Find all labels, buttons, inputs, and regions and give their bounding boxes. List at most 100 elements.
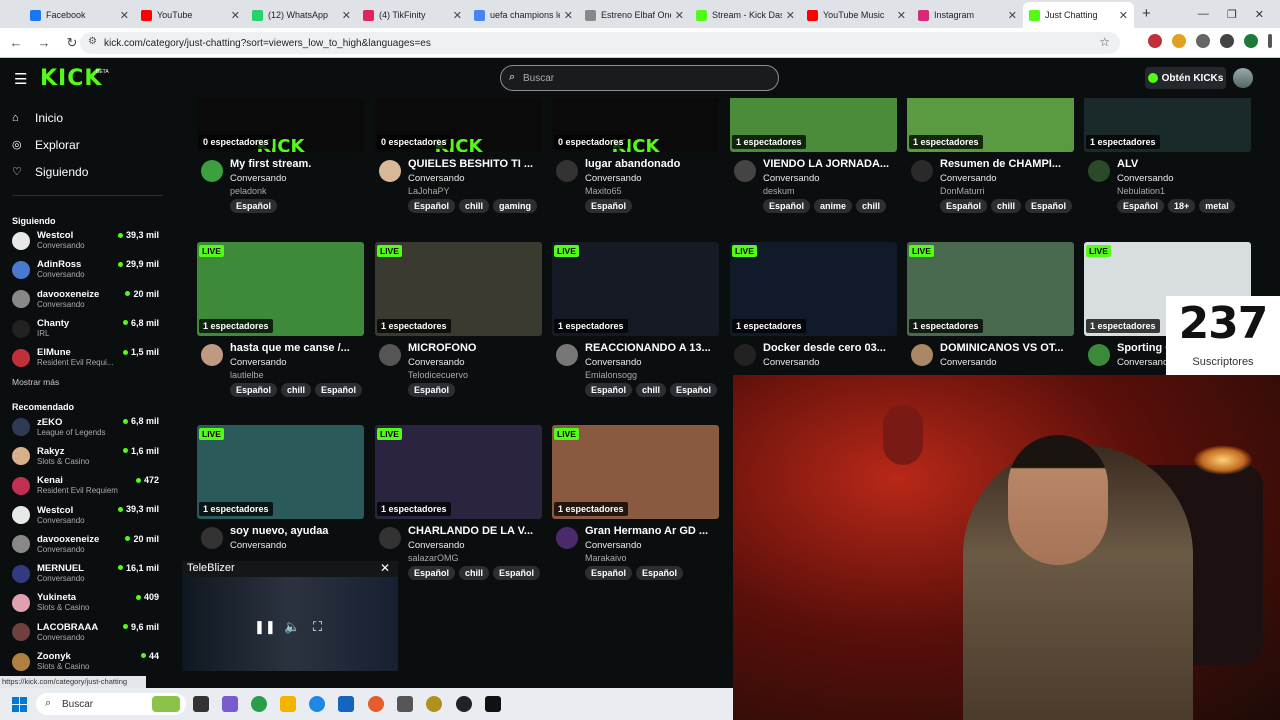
close-window-icon[interactable]: ✕ — [1255, 8, 1264, 21]
store-icon[interactable] — [338, 696, 354, 712]
new-tab-icon[interactable]: + — [1142, 5, 1151, 22]
channel-row[interactable]: ElMune Resident Evil Requi... 1,5 mil — [0, 343, 175, 372]
tab-close-icon[interactable]: ✕ — [120, 9, 129, 22]
pause-icon[interactable]: ❚❚ — [254, 619, 276, 635]
tag-chip[interactable]: gaming — [493, 199, 538, 213]
taskbar-search[interactable]: ⌕ Buscar — [36, 693, 186, 715]
stream-title[interactable]: ALV — [1117, 158, 1251, 170]
stream-title[interactable]: lugar abandonado — [585, 158, 719, 170]
tab-close-icon[interactable]: ✕ — [1119, 9, 1128, 22]
tag-chip[interactable]: anime — [814, 199, 853, 213]
stream-title[interactable]: hasta que me canse /... — [230, 342, 364, 354]
browser-tab[interactable]: Instagram ✕ — [912, 2, 1023, 28]
tag-chip[interactable]: Español — [763, 199, 811, 213]
tab-close-icon[interactable]: ✕ — [897, 9, 906, 22]
tab-close-icon[interactable]: ✕ — [675, 9, 684, 22]
streamer-name[interactable]: Emialonsogg — [585, 370, 637, 380]
tag-chip[interactable]: chill — [991, 199, 1022, 213]
minimize-icon[interactable]: — — [1198, 8, 1209, 20]
stream-title[interactable]: REACCIONANDO A 13... — [585, 342, 719, 354]
avatar[interactable] — [734, 160, 756, 182]
stream-thumbnail[interactable]: LIVE 1 espectadores — [375, 425, 542, 519]
avatar[interactable] — [556, 527, 578, 549]
tag-chip[interactable]: chill — [281, 383, 312, 397]
tag-chip[interactable]: Español — [636, 566, 684, 580]
chrome-icon[interactable] — [251, 696, 267, 712]
avatar[interactable] — [911, 160, 933, 182]
channel-row[interactable]: davooxeneize Conversando 20 mil — [0, 530, 175, 559]
browser-tab[interactable]: Facebook ✕ — [24, 2, 135, 28]
stream-thumbnail[interactable]: 1 espectadores — [907, 98, 1074, 152]
stream-category[interactable]: Conversando — [763, 357, 820, 368]
obs-icon[interactable] — [456, 696, 472, 712]
tag-chip[interactable]: Español — [1025, 199, 1073, 213]
tag-chip[interactable]: 18+ — [1168, 199, 1196, 213]
puzzle-icon[interactable] — [1196, 34, 1210, 48]
tag-chip[interactable]: Español — [408, 383, 456, 397]
app-icon[interactable] — [368, 696, 384, 712]
mini-player[interactable]: TeleBlizer ✕ ❚❚ 🔈 ⛶ — [182, 561, 398, 671]
tab-close-icon[interactable]: ✕ — [231, 9, 240, 22]
avatar[interactable] — [201, 160, 223, 182]
stream-category[interactable]: Conversando — [585, 173, 642, 184]
channel-row[interactable]: MERNUEL Conversando 16,1 mil — [0, 559, 175, 588]
stream-category[interactable]: Conversando — [408, 357, 465, 368]
streamer-name[interactable]: DonMaturri — [940, 186, 985, 196]
restore-icon[interactable]: ❐ — [1227, 8, 1237, 21]
browser-tab[interactable]: YouTube Music ✕ — [801, 2, 912, 28]
stream-thumbnail[interactable]: KICK 0 espectadores — [197, 98, 364, 152]
channel-row[interactable]: Westcol Conversando 39,3 mil — [0, 226, 175, 255]
get-kicks-button[interactable]: Obtén KICKs — [1145, 67, 1226, 89]
kick-logo[interactable]: KICK — [40, 66, 102, 91]
streamer-name[interactable]: lautielbe — [230, 370, 264, 380]
avatar[interactable] — [379, 527, 401, 549]
extension-icon[interactable] — [1148, 34, 1162, 48]
sidebar-item-siguiendo[interactable]: ♡ Siguiendo — [0, 158, 175, 185]
back-icon[interactable]: ← — [4, 35, 28, 50]
stream-category[interactable]: Conversando — [408, 540, 465, 551]
edge-icon[interactable] — [309, 696, 325, 712]
browser-tab[interactable]: Estreno Elbaf One ✕ — [579, 2, 690, 28]
task-view-icon[interactable] — [193, 696, 209, 712]
sidebar-item-inicio[interactable]: ⌂ Inicio — [0, 104, 175, 131]
streamer-name[interactable]: Nebulation1 — [1117, 186, 1165, 196]
streamer-name[interactable]: peladonk — [230, 186, 267, 196]
tag-chip[interactable]: Español — [670, 383, 718, 397]
stream-title[interactable]: Docker desde cero 03... — [763, 342, 897, 354]
tag-chip[interactable]: Español — [585, 199, 633, 213]
tag-chip[interactable]: Español — [1117, 199, 1165, 213]
stream-category[interactable]: Conversando — [230, 540, 287, 551]
channel-row[interactable]: davooxeneize Conversando 20 mil — [0, 285, 175, 314]
tag-chip[interactable]: Español — [585, 566, 633, 580]
stream-thumbnail[interactable]: LIVE 1 espectadores — [375, 242, 542, 336]
forward-icon[interactable]: → — [32, 35, 56, 50]
stream-thumbnail[interactable]: LIVE 1 espectadores — [730, 242, 897, 336]
avatar[interactable] — [201, 527, 223, 549]
stream-thumbnail[interactable]: KICK 0 espectadores — [375, 98, 542, 152]
channel-row[interactable]: AdinRoss Conversando 29,9 mil — [0, 255, 175, 284]
avatar[interactable] — [1088, 160, 1110, 182]
profile-icon[interactable] — [1244, 34, 1258, 48]
channel-row[interactable]: Kenai Resident Evil Requiem 472 — [0, 471, 175, 500]
search-input[interactable]: ⌕ Buscar — [500, 65, 779, 91]
stream-thumbnail[interactable]: LIVE 1 espectadores — [552, 425, 719, 519]
browser-tab[interactable]: Stream - Kick Das ✕ — [690, 2, 801, 28]
streamer-name[interactable]: Telodicecuervo — [408, 370, 468, 380]
stream-thumbnail[interactable]: LIVE 1 espectadores — [197, 425, 364, 519]
stream-thumbnail[interactable]: LIVE 1 espectadores — [907, 242, 1074, 336]
stream-category[interactable]: Conversando — [230, 357, 287, 368]
browser-tab[interactable]: uefa champions le ✕ — [468, 2, 579, 28]
browser-tab[interactable]: Just Chatting ✕ — [1023, 2, 1134, 28]
stream-category[interactable]: Conversando — [940, 173, 997, 184]
stream-title[interactable]: DOMINICANOS VS OT... — [940, 342, 1074, 354]
sidebar-item-explorar[interactable]: ◎ Explorar — [0, 131, 175, 158]
stream-title[interactable]: QUIELES BESHITO TI ... — [408, 158, 542, 170]
tab-close-icon[interactable]: ✕ — [786, 9, 795, 22]
channel-row[interactable]: Zoonyk Slots & Casino 44 — [0, 647, 175, 676]
app-icon[interactable] — [397, 696, 413, 712]
browser-tab[interactable]: (4) TikFinity ✕ — [357, 2, 468, 28]
tiktok-icon[interactable] — [485, 696, 501, 712]
tag-chip[interactable]: chill — [459, 566, 490, 580]
url-field[interactable]: ⚙ kick.com/category/just-chatting?sort=v… — [80, 32, 1120, 54]
tag-chip[interactable]: Español — [230, 383, 278, 397]
